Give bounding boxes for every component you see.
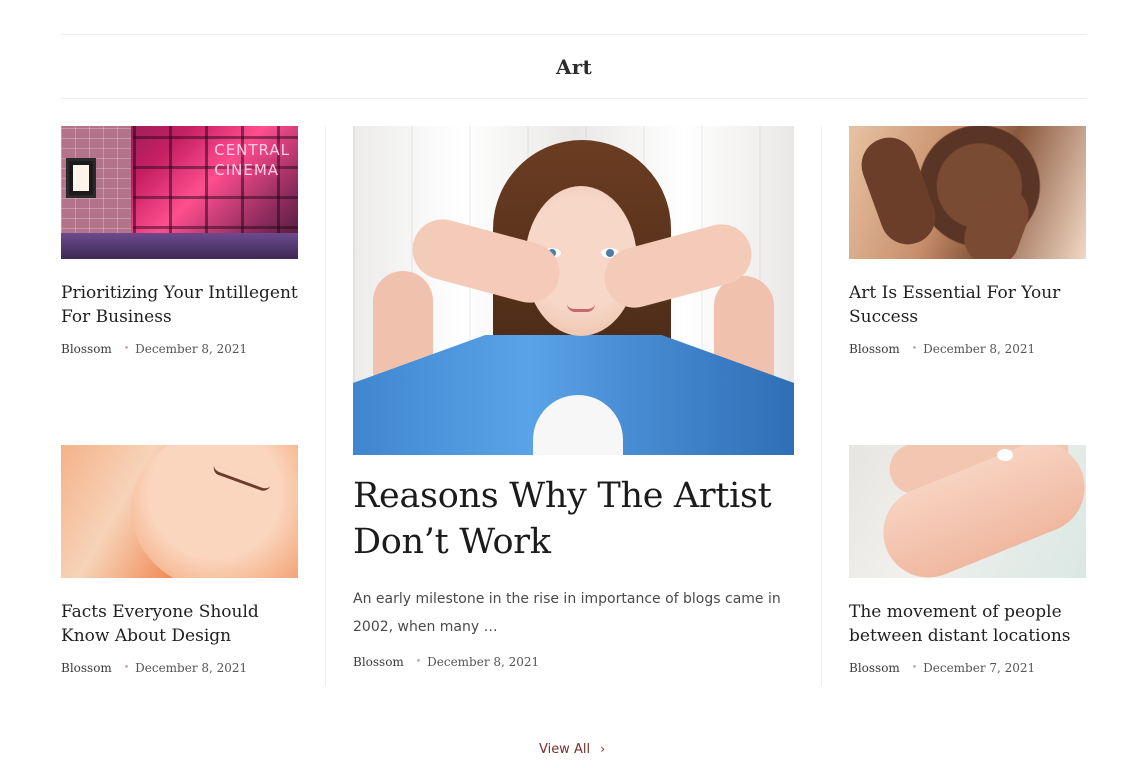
- post-thumbnail-cinema[interactable]: CENTRAL CINEMA: [61, 126, 298, 259]
- post-author[interactable]: Blossom: [61, 661, 112, 675]
- post-date[interactable]: December 8, 2021: [135, 342, 247, 356]
- meta-separator-dot: •: [415, 657, 422, 667]
- post-meta: Blossom • December 8, 2021: [61, 342, 298, 356]
- view-all-label: View All: [538, 742, 591, 757]
- portrait-hand-second: [956, 179, 1037, 259]
- meta-separator-dot: •: [123, 663, 130, 673]
- post-date[interactable]: December 8, 2021: [427, 655, 539, 669]
- post-meta: Blossom • December 8, 2021: [849, 342, 1086, 356]
- cream-dot: [997, 449, 1013, 461]
- smile: [567, 304, 595, 312]
- post-author[interactable]: Blossom: [61, 342, 112, 356]
- post-date[interactable]: December 7, 2021: [923, 661, 1035, 675]
- featured-post-title[interactable]: Reasons Why The Artist Don’t Work: [353, 473, 794, 565]
- portrait-hand: [853, 129, 944, 253]
- post-author[interactable]: Blossom: [353, 655, 404, 669]
- post-meta: Blossom • December 8, 2021: [61, 661, 298, 675]
- meta-separator-dot: •: [911, 344, 918, 354]
- post-title[interactable]: The movement of people between distant l…: [849, 600, 1086, 648]
- post-title[interactable]: Art Is Essential For Your Success: [849, 281, 1086, 329]
- post-card-facts-design[interactable]: Facts Everyone Should Know About Design …: [61, 445, 298, 675]
- section-header: Art: [61, 34, 1087, 99]
- post-title[interactable]: Facts Everyone Should Know About Design: [61, 600, 298, 648]
- post-card-art-essential[interactable]: Art Is Essential For Your Success Blosso…: [849, 126, 1086, 356]
- section-title: Art: [556, 54, 592, 79]
- column-divider-right: [821, 126, 822, 686]
- meta-separator-dot: •: [123, 344, 130, 354]
- featured-post-card[interactable]: Reasons Why The Artist Don’t Work An ear…: [353, 126, 794, 669]
- floor: [61, 233, 298, 259]
- post-thumbnail-hands[interactable]: [849, 445, 1086, 578]
- post-thumbnail-portrait[interactable]: [849, 126, 1086, 259]
- post-author[interactable]: Blossom: [849, 342, 900, 356]
- post-date[interactable]: December 8, 2021: [135, 661, 247, 675]
- post-meta: Blossom • December 7, 2021: [849, 661, 1086, 675]
- chevron-right-icon: ›: [600, 742, 606, 756]
- view-all-link[interactable]: View All ›: [539, 742, 605, 757]
- page: Art CENTRAL CINEMA Prioritizing Your Int…: [0, 0, 1144, 768]
- post-card-prioritizing[interactable]: CENTRAL CINEMA Prioritizing Your Intille…: [61, 126, 298, 356]
- meta-separator-dot: •: [911, 663, 918, 673]
- post-author[interactable]: Blossom: [849, 661, 900, 675]
- column-divider-left: [325, 126, 326, 686]
- featured-post-excerpt: An early milestone in the rise in import…: [353, 591, 781, 635]
- cinema-sign: CENTRAL CINEMA: [214, 141, 290, 179]
- post-title[interactable]: Prioritizing Your Intillegent For Busine…: [61, 281, 298, 329]
- post-date[interactable]: December 8, 2021: [923, 342, 1035, 356]
- poster-frame: [66, 158, 96, 198]
- view-all-link-wrapper: View All ›: [0, 742, 1144, 757]
- featured-post-meta: Blossom • December 8, 2021: [353, 655, 794, 669]
- post-card-movement-people[interactable]: The movement of people between distant l…: [849, 445, 1086, 675]
- post-thumbnail-sleeping-face[interactable]: [61, 445, 298, 578]
- featured-post-image[interactable]: [353, 126, 794, 455]
